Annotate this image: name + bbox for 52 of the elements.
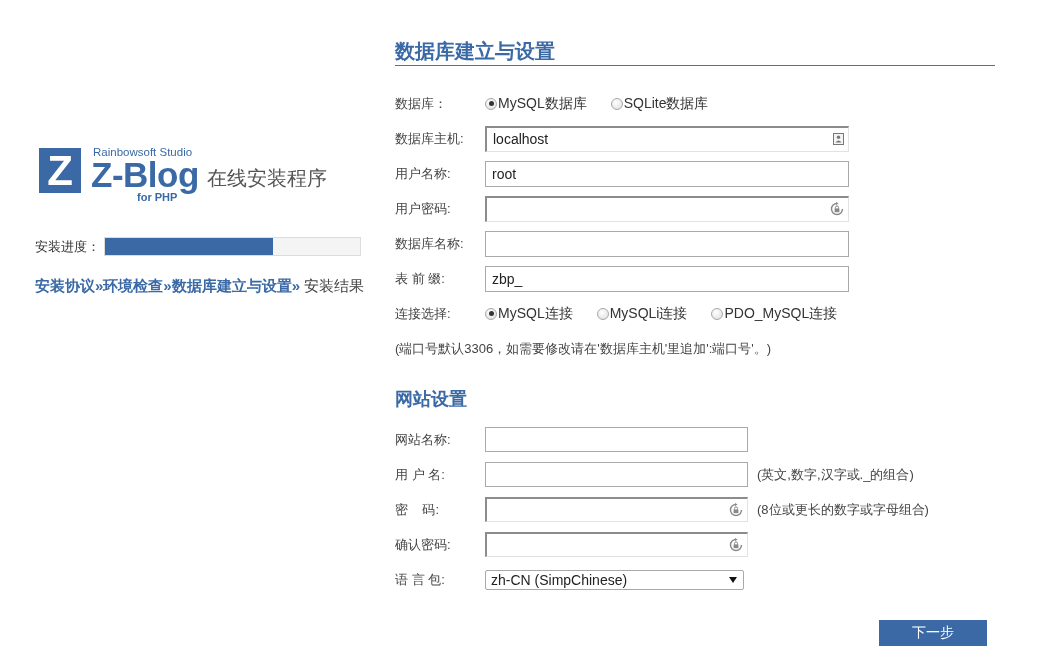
radio-button[interactable] — [596, 307, 609, 320]
field-label: 用户密码: — [395, 199, 452, 218]
field-hint: (8位或更长的数字或字母组合) — [757, 500, 929, 519]
radio-label: MySQL数据库 — [498, 94, 587, 113]
radio-button[interactable] — [485, 97, 497, 110]
field-label: 密 码: — [395, 500, 441, 519]
password-field[interactable] — [485, 497, 748, 522]
field-label: 确认密码: — [395, 535, 452, 554]
language-select[interactable]: zh-CN (SimpChinese) — [485, 569, 744, 590]
field-label: 表 前 缀: — [395, 269, 446, 288]
port-note: (端口号默认3306，如需要修改请在'数据库主机'里追加':端口号'。) — [395, 339, 772, 358]
logo-mark: Z — [39, 148, 81, 193]
field-label: 用户名称: — [395, 164, 452, 183]
caret-icon — [729, 576, 737, 583]
logo-studio-text: Rainbowsoft Studio — [93, 146, 194, 159]
field-hint: (英文,数字,汉字或._的组合) — [757, 465, 914, 484]
radio-label: MySQL连接 — [498, 304, 573, 323]
step-label: 安装协议» — [35, 276, 104, 296]
text-field[interactable] — [485, 230, 849, 257]
progress-label: 安装进度： — [35, 237, 100, 256]
step-label: 数据库建立与设置» — [171, 276, 301, 296]
field-label: 语 言 包: — [395, 570, 446, 589]
radio-button[interactable] — [610, 97, 623, 110]
field-label: 数据库： — [395, 94, 448, 113]
step-label: 安装结果 — [304, 276, 365, 296]
field-label: 网站名称: — [395, 430, 452, 449]
text-field[interactable]: root — [485, 160, 849, 187]
field-label: 数据库主机: — [395, 129, 465, 148]
radio-label: MySQLi连接 — [609, 304, 688, 323]
logo-platform-text: for PHP — [137, 191, 178, 203]
section-title: 网站设置 — [395, 388, 468, 411]
section-title: 数据库建立与设置 — [395, 38, 995, 66]
radio-button[interactable] — [485, 307, 497, 320]
radio-label: SQLite数据库 — [623, 94, 709, 113]
lock-icon[interactable] — [729, 538, 743, 552]
field-label: 数据库名称: — [395, 234, 465, 253]
text-field[interactable]: localhost — [485, 125, 849, 152]
radio-label: PDO_MySQL连接 — [724, 304, 838, 323]
text-field[interactable]: zbp_ — [485, 265, 849, 292]
next-button[interactable]: 下一步 — [879, 620, 987, 646]
contact-card-icon[interactable] — [833, 133, 844, 145]
installer-subtitle: 在线安装程序 — [206, 166, 327, 190]
radio-button[interactable] — [711, 307, 724, 320]
field-label: 连接选择: — [395, 304, 452, 323]
text-field[interactable] — [485, 462, 748, 487]
step-label: 环境检查» — [103, 276, 172, 296]
field-label: 用 户 名: — [395, 465, 446, 484]
lock-icon[interactable] — [729, 503, 743, 517]
password-field[interactable] — [485, 195, 849, 222]
password-field[interactable] — [485, 532, 748, 557]
lock-icon[interactable] — [830, 202, 844, 216]
text-field[interactable] — [485, 427, 748, 452]
